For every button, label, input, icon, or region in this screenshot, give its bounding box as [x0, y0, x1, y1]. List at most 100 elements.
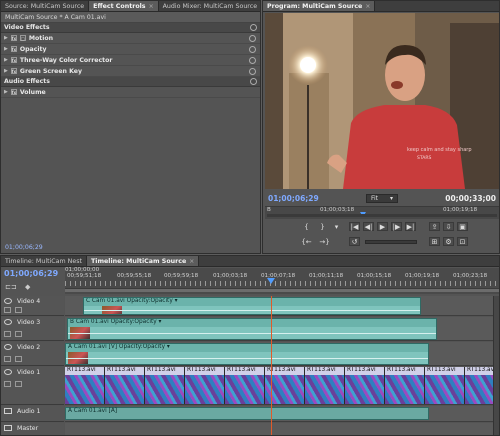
- lock-icon[interactable]: [4, 356, 11, 362]
- step-forward-icon[interactable]: |▶: [391, 222, 402, 231]
- close-icon[interactable]: ×: [189, 258, 194, 265]
- timeline-current-timecode[interactable]: 01;00;06;29: [4, 269, 58, 278]
- timeline-vertical-scrollbar[interactable]: [493, 296, 499, 435]
- play-icon[interactable]: ▶: [377, 222, 388, 231]
- effect-row-three-way-color-corrector[interactable]: ▶ fx Three-Way Color Corrector: [1, 55, 260, 66]
- tab-effect-controls[interactable]: Effect Controls ×: [89, 1, 159, 11]
- effect-row-motion[interactable]: ▶ fx □ Motion: [1, 33, 260, 44]
- fx-toggle-icon[interactable]: fx: [10, 35, 17, 41]
- go-to-out-icon[interactable]: ▶|: [405, 222, 416, 231]
- clip-rt113[interactable]: RT113.avi: [185, 367, 225, 404]
- clip-rt113[interactable]: RT113.avi: [225, 367, 265, 404]
- work-area-bar[interactable]: [65, 288, 499, 292]
- effect-row-opacity[interactable]: ▶ fx Opacity: [1, 44, 260, 55]
- clip-rt113[interactable]: RT113.avi: [65, 367, 105, 404]
- clip-a-cam-audio[interactable]: A Cam 01.avi [A]: [65, 407, 429, 420]
- eye-icon[interactable]: [4, 369, 12, 375]
- track-header-video3[interactable]: Video 3: [1, 317, 64, 341]
- effect-controls-timecode[interactable]: 01;00;06;29: [5, 244, 43, 251]
- clip-rt113[interactable]: RT113.avi: [105, 367, 145, 404]
- safe-margins-icon[interactable]: ⊞: [429, 237, 440, 246]
- tab-timeline-multicam-nest[interactable]: Timeline: MultiCam Nest: [1, 256, 88, 266]
- program-monitor-panel: Program: MultiCam Source × keep calm and…: [262, 0, 500, 254]
- opacity-rubberband[interactable]: [68, 333, 436, 334]
- eye-icon[interactable]: [4, 344, 12, 350]
- set-marker-icon[interactable]: ◆: [25, 283, 30, 291]
- clip-rt113[interactable]: RT113.avi: [345, 367, 385, 404]
- mark-out-icon[interactable]: }: [317, 222, 328, 231]
- trim-monitor-icon[interactable]: ⊡: [457, 237, 468, 246]
- reset-icon[interactable]: [249, 56, 256, 64]
- jog-shuttle-slider[interactable]: [365, 240, 417, 244]
- clip-rt113[interactable]: RT113.avi: [305, 367, 345, 404]
- go-to-previous-edit-icon[interactable]: {←: [301, 237, 312, 246]
- reset-icon[interactable]: [250, 24, 257, 31]
- expand-triangle-icon[interactable]: ▶: [4, 89, 8, 95]
- display-style-icon[interactable]: [15, 331, 22, 337]
- fx-toggle-icon[interactable]: fx: [10, 68, 17, 74]
- zoom-select[interactable]: Fit ▾: [365, 193, 399, 203]
- track-header-audio1[interactable]: Audio 1: [1, 406, 64, 422]
- go-to-next-edit-icon[interactable]: →}: [319, 237, 330, 246]
- go-to-in-icon[interactable]: |◀: [349, 222, 360, 231]
- effect-row-volume[interactable]: ▶ fx Volume: [1, 87, 260, 98]
- lift-icon[interactable]: ⇪: [429, 222, 440, 231]
- track-header-master[interactable]: Master: [1, 423, 64, 435]
- output-icon[interactable]: ⚙: [443, 237, 454, 246]
- track-header-video1[interactable]: Video 1: [1, 367, 64, 405]
- display-style-icon[interactable]: [15, 356, 22, 362]
- tab-source[interactable]: Source: MultiCam Source: [1, 1, 90, 11]
- expand-triangle-icon[interactable]: ▶: [4, 57, 8, 63]
- reset-icon[interactable]: [249, 34, 256, 42]
- timeline-playhead-icon[interactable]: [267, 278, 275, 284]
- speaker-icon[interactable]: [4, 408, 12, 414]
- program-mini-ruler[interactable]: B 01;00;03;18 01;00;19;18: [265, 206, 499, 219]
- snap-icon[interactable]: ⊏⊐: [5, 283, 17, 291]
- eye-icon[interactable]: [4, 298, 12, 304]
- opacity-rubberband[interactable]: [84, 310, 420, 311]
- track-audio1: A Cam 01.avi [A]: [65, 406, 499, 422]
- display-style-icon[interactable]: [15, 381, 22, 387]
- motion-transform-icon[interactable]: □: [19, 35, 26, 41]
- program-zoom-bar[interactable]: [267, 214, 497, 217]
- expand-triangle-icon[interactable]: ▶: [4, 35, 8, 41]
- expand-triangle-icon[interactable]: ▶: [4, 68, 8, 74]
- clip-rt113[interactable]: RT113.avi: [145, 367, 185, 404]
- clip-a-cam-video[interactable]: A Cam 01.avi [V] Opacity:Opacity ▾: [65, 343, 429, 365]
- reset-icon[interactable]: [249, 67, 256, 75]
- track-header-video4[interactable]: Video 4: [1, 296, 64, 316]
- timeline-playhead-line[interactable]: [271, 296, 272, 435]
- effect-row-green-screen-key[interactable]: ▶ fx Green Screen Key: [1, 66, 260, 77]
- clip-b-cam[interactable]: B Cam 01.avi Opacity:Opacity ▾: [67, 318, 437, 340]
- clip-rt113[interactable]: RT113.avi: [385, 367, 425, 404]
- marker-icon[interactable]: ▾: [331, 222, 342, 231]
- eye-icon[interactable]: [4, 319, 12, 325]
- close-icon[interactable]: ×: [149, 3, 154, 10]
- fx-toggle-icon[interactable]: fx: [10, 89, 17, 95]
- fx-toggle-icon[interactable]: fx: [10, 46, 17, 52]
- step-back-icon[interactable]: ◀|: [363, 222, 374, 231]
- tab-audio-mixer[interactable]: Audio Mixer: MultiCam Source: [159, 1, 260, 11]
- close-icon[interactable]: ×: [365, 3, 370, 10]
- extract-icon[interactable]: ⇩: [443, 222, 454, 231]
- lock-icon[interactable]: [4, 381, 11, 387]
- tab-timeline-multicam-source[interactable]: Timeline: MultiCam Source ×: [87, 256, 200, 266]
- reset-icon[interactable]: [249, 45, 256, 53]
- reset-icon[interactable]: [250, 78, 257, 85]
- fx-toggle-icon[interactable]: fx: [10, 57, 17, 63]
- mark-in-icon[interactable]: {: [301, 222, 312, 231]
- loop-icon[interactable]: ↺: [349, 237, 360, 246]
- track-header-video2[interactable]: Video 2: [1, 342, 64, 366]
- lock-icon[interactable]: [4, 331, 11, 337]
- export-frame-icon[interactable]: ▣: [457, 222, 468, 231]
- speaker-icon[interactable]: [4, 425, 12, 431]
- clip-c-cam[interactable]: C Cam 01.avi Opacity:Opacity ▾: [83, 297, 421, 315]
- display-style-icon[interactable]: [15, 307, 22, 313]
- expand-triangle-icon[interactable]: ▶: [4, 46, 8, 52]
- lock-icon[interactable]: [4, 307, 11, 313]
- tab-program[interactable]: Program: MultiCam Source ×: [263, 1, 376, 11]
- clip-rt113[interactable]: RT113.avi: [425, 367, 465, 404]
- opacity-rubberband[interactable]: [66, 358, 428, 359]
- timeline-ruler[interactable]: 01;00;00;00 00;59;51;18 00;59;55;18 00;5…: [65, 267, 499, 294]
- program-current-timecode[interactable]: 01;00;06;29: [268, 194, 319, 203]
